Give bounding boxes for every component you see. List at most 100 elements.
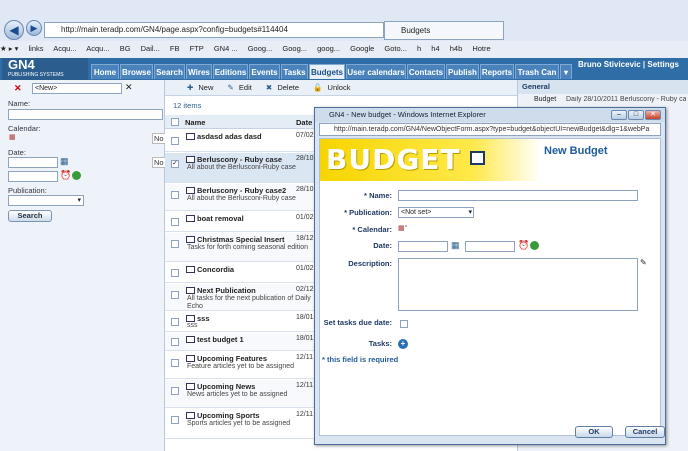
search-button[interactable]: Search xyxy=(8,210,52,222)
tab-home[interactable]: Home xyxy=(91,64,119,79)
list-item[interactable]: Next Publication All tasks for the next p… xyxy=(165,284,317,311)
minimize-icon[interactable]: – xyxy=(611,110,627,120)
tab-contacts[interactable]: Contacts xyxy=(407,64,445,79)
tab-browse[interactable]: Browse xyxy=(120,64,153,79)
clock-icon[interactable]: ⏰ xyxy=(518,240,529,251)
calendar-icon[interactable]: ▦ xyxy=(60,156,69,167)
globe-icon[interactable] xyxy=(530,241,539,250)
fav-item[interactable]: Acqu... xyxy=(53,44,76,53)
edit-icon[interactable]: ✎ xyxy=(228,83,234,92)
list-item[interactable]: boat removal 01/02 xyxy=(165,212,317,232)
row-checkbox[interactable] xyxy=(171,291,179,299)
cancel-button[interactable]: Cancel xyxy=(625,426,665,438)
date-input[interactable] xyxy=(8,157,58,168)
address-bar[interactable]: http://main.teradp.com/GN4/page.aspx?con… xyxy=(44,22,384,38)
list-item[interactable]: Upcoming Sports Sports articles yet to be… xyxy=(165,409,317,439)
clock-icon[interactable]: ⏰ xyxy=(60,170,71,181)
fav-item[interactable]: h4b xyxy=(450,44,463,53)
back-icon[interactable]: ◀ xyxy=(4,20,24,40)
time-input[interactable] xyxy=(8,171,58,182)
fav-item[interactable]: Goog... xyxy=(248,44,273,53)
row-checkbox[interactable]: ✓ xyxy=(171,160,179,168)
close-icon[interactable]: ✕ xyxy=(645,110,661,120)
fav-item[interactable]: goog... xyxy=(317,44,340,53)
row-checkbox[interactable] xyxy=(171,137,179,145)
remove-icon[interactable]: ✕ xyxy=(14,83,22,94)
general-header[interactable]: General xyxy=(518,80,688,94)
list-item[interactable]: Christmas Special Insert Tasks for forth … xyxy=(165,233,317,262)
list-item[interactable]: sss sss 18/01 xyxy=(165,312,317,332)
row-checkbox[interactable] xyxy=(171,240,179,248)
publication-select[interactable]: ▾ xyxy=(8,195,84,206)
row-checkbox[interactable] xyxy=(171,218,179,226)
delete-icon[interactable]: ✖ xyxy=(266,83,272,92)
calendar-picker-icon[interactable]: ▦° xyxy=(398,224,407,232)
row-checkbox[interactable] xyxy=(171,416,179,424)
favorites-star-icon[interactable]: ★ ▸ ▾ xyxy=(0,44,18,53)
tab-search[interactable]: Search xyxy=(154,64,185,79)
unlock-button[interactable]: Unlock xyxy=(328,83,351,92)
name-input[interactable] xyxy=(8,109,163,120)
new-select[interactable]: <New> xyxy=(32,83,122,94)
list-item[interactable]: Concordia 01/02 xyxy=(165,263,317,283)
fav-item[interactable]: FB xyxy=(170,44,180,53)
spellcheck-icon[interactable]: ✎ xyxy=(640,258,647,267)
tab-events[interactable]: Events xyxy=(249,64,280,79)
date-no-toggle[interactable]: No xyxy=(152,157,166,168)
tab-publish[interactable]: Publish xyxy=(446,64,479,79)
calendar-icon[interactable]: ▦ xyxy=(451,240,460,251)
time-input[interactable] xyxy=(465,241,515,252)
row-checkbox[interactable] xyxy=(171,387,179,395)
fav-item[interactable]: GN4 ... xyxy=(214,44,238,53)
settings-link[interactable]: Settings xyxy=(647,60,679,69)
fav-item[interactable]: Hotre xyxy=(472,44,490,53)
list-item[interactable]: ✓ Berluscony - Ruby case All about the Ber… xyxy=(165,153,317,183)
fav-item[interactable]: h xyxy=(417,44,421,53)
row-checkbox[interactable] xyxy=(171,318,179,326)
delete-button[interactable]: Delete xyxy=(277,83,299,92)
tabs-more-icon[interactable]: ▾ xyxy=(560,64,572,79)
globe-icon[interactable] xyxy=(72,171,81,180)
set-tasks-checkbox[interactable] xyxy=(400,320,408,328)
row-checkbox[interactable] xyxy=(171,359,179,367)
browser-tab[interactable]: Budgets xyxy=(384,21,504,40)
tab-budgets[interactable]: Budgets xyxy=(309,64,345,79)
tab-wires[interactable]: Wires xyxy=(186,64,212,79)
list-item[interactable]: Upcoming Features Feature articles yet to… xyxy=(165,352,317,379)
list-item[interactable]: test budget 1 18/01 xyxy=(165,333,317,351)
new-button[interactable]: New xyxy=(198,83,213,92)
fav-item[interactable]: Google xyxy=(350,44,374,53)
fav-item[interactable]: FTP xyxy=(190,44,204,53)
calendar-picker-icon[interactable]: ▦ xyxy=(9,133,16,141)
fav-item[interactable]: BG xyxy=(120,44,131,53)
date-input[interactable] xyxy=(398,241,448,252)
maximize-icon[interactable]: □ xyxy=(628,110,644,120)
select-all-checkbox[interactable] xyxy=(171,118,179,126)
name-column-header[interactable]: Name xyxy=(185,118,205,127)
date-column-header[interactable]: Date xyxy=(296,118,312,127)
forward-icon[interactable]: ▶ xyxy=(26,20,42,36)
tab-trash-can[interactable]: Trash Can xyxy=(515,64,559,79)
tab-tasks[interactable]: Tasks xyxy=(281,64,308,79)
close-icon[interactable]: ✕ xyxy=(125,82,133,93)
name-input[interactable] xyxy=(398,190,638,201)
list-item[interactable]: asdasd adas dasd 07/02 xyxy=(165,130,317,152)
list-item[interactable]: Upcoming News News articles yet to be ass… xyxy=(165,380,317,408)
add-task-icon[interactable]: + xyxy=(398,339,408,349)
list-item[interactable]: Berluscony - Ruby case2 All about the Ber… xyxy=(165,184,317,211)
tab-reports[interactable]: Reports xyxy=(480,64,514,79)
fav-item[interactable]: Goog... xyxy=(282,44,307,53)
new-icon[interactable]: ✚ xyxy=(187,83,193,92)
description-textarea[interactable] xyxy=(398,258,638,311)
fav-item[interactable]: h4 xyxy=(431,44,439,53)
publication-select[interactable]: <Not set> ▾ xyxy=(398,207,474,218)
fav-item[interactable]: Acqu... xyxy=(86,44,109,53)
tab-editions[interactable]: Editions xyxy=(213,64,248,79)
calendar-no-toggle[interactable]: No xyxy=(152,133,166,144)
fav-item[interactable]: Dail... xyxy=(141,44,160,53)
row-checkbox[interactable] xyxy=(171,191,179,199)
row-checkbox[interactable] xyxy=(171,338,179,346)
ok-button[interactable]: OK xyxy=(575,426,613,438)
row-checkbox[interactable] xyxy=(171,269,179,277)
edit-button[interactable]: Edit xyxy=(239,83,252,92)
